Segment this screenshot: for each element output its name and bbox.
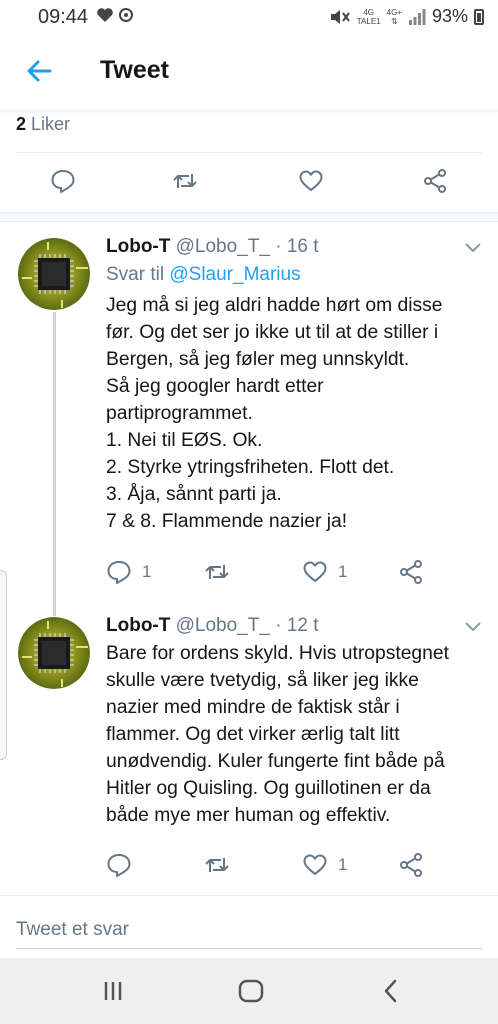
- like-button[interactable]: 1: [302, 559, 347, 585]
- share-button[interactable]: [422, 168, 448, 194]
- back-arrow-icon[interactable]: [24, 56, 54, 86]
- heart-icon: [299, 170, 323, 191]
- like-count: 1: [338, 855, 348, 874]
- tweet-actions: 1: [0, 852, 498, 892]
- recents-icon[interactable]: [98, 976, 128, 1006]
- reply-icon: [51, 170, 75, 193]
- main-tweet-likes[interactable]: 2 Liker: [16, 114, 70, 135]
- author-name[interactable]: Lobo-T: [106, 615, 170, 636]
- reply-composer: [16, 912, 482, 949]
- chevron-down-icon[interactable]: [464, 242, 482, 254]
- section-separator: [0, 212, 498, 222]
- heart-notification-icon: [97, 8, 133, 22]
- system-nav-bar: [0, 958, 498, 1024]
- separator-dot: ·: [275, 615, 282, 636]
- share-button[interactable]: [398, 559, 424, 585]
- reply-to-line: Svar til @Slaur_Marius: [106, 264, 301, 286]
- page-title: Tweet: [100, 56, 169, 84]
- tweet-text: Jeg må si jeg aldri hadde hørt om disse …: [106, 295, 443, 532]
- tweet-actions: 1 1: [0, 559, 498, 599]
- retweet-button[interactable]: [204, 559, 240, 585]
- divider: [0, 895, 498, 896]
- like-button[interactable]: 1: [302, 852, 347, 878]
- retweet-button[interactable]: [204, 852, 240, 878]
- divider: [16, 152, 482, 153]
- avatar[interactable]: [18, 238, 90, 310]
- reply-button[interactable]: 1: [106, 559, 151, 585]
- reply-count: 1: [142, 562, 152, 581]
- avatar[interactable]: [18, 617, 90, 689]
- status-right: 4G TALE1 4G+ ⇅ 93%: [329, 6, 484, 27]
- reply-button[interactable]: [106, 852, 142, 878]
- share-icon: [424, 169, 446, 193]
- tweet-text: Bare for ordens skyld. Hvis utropstegnet…: [106, 643, 449, 826]
- author-name[interactable]: Lobo-T: [106, 236, 170, 257]
- back-nav-icon[interactable]: [376, 976, 406, 1006]
- retweet-icon: [205, 565, 229, 579]
- reply-icon: [107, 561, 131, 584]
- share-button[interactable]: [398, 852, 424, 878]
- retweet-button[interactable]: [172, 168, 198, 194]
- reply-input[interactable]: [16, 912, 482, 948]
- heart-icon: [303, 561, 327, 582]
- tweet-header: Lobo-T @Lobo_T_ · 16 t: [106, 236, 319, 258]
- likes-count: 2: [16, 114, 27, 134]
- retweet-icon: [173, 174, 197, 188]
- retweet-icon: [205, 858, 229, 872]
- reply-to-label: Svar til: [106, 264, 165, 285]
- battery-icon: [474, 8, 484, 25]
- separator-dot: ·: [275, 236, 282, 257]
- tweet-age: 16 t: [286, 236, 319, 257]
- app-header: Tweet: [0, 34, 498, 111]
- home-icon[interactable]: [236, 976, 266, 1006]
- chevron-down-icon[interactable]: [464, 621, 482, 633]
- status-time: 09:44: [38, 6, 89, 28]
- battery-percent: 93%: [431, 6, 468, 26]
- share-icon: [400, 853, 422, 877]
- tweet-age: 12 t: [286, 615, 319, 636]
- mute-icon: [330, 9, 350, 24]
- like-count: 1: [338, 562, 348, 581]
- status-notification-icons: [96, 6, 136, 29]
- tweet-header: Lobo-T @Lobo_T_ · 12 t: [106, 615, 319, 637]
- signal-icon: [408, 8, 426, 25]
- mention-link[interactable]: @Slaur_Marius: [169, 264, 300, 285]
- network-indicator-2: 4G+ ⇅: [386, 7, 402, 26]
- reply-button[interactable]: [50, 168, 76, 194]
- reply-icon: [107, 854, 131, 877]
- network-indicator-1: 4G TALE1: [356, 7, 381, 26]
- heart-icon: [303, 854, 327, 875]
- likes-label: Liker: [31, 114, 71, 134]
- status-bar: 09:44 4G TALE1 4G+ ⇅ 93%: [0, 0, 498, 34]
- like-button[interactable]: [298, 168, 324, 194]
- author-handle[interactable]: @Lobo_T_: [176, 615, 270, 636]
- share-icon: [400, 560, 422, 584]
- author-handle[interactable]: @Lobo_T_: [176, 236, 270, 257]
- main-tweet-actions: [0, 168, 498, 208]
